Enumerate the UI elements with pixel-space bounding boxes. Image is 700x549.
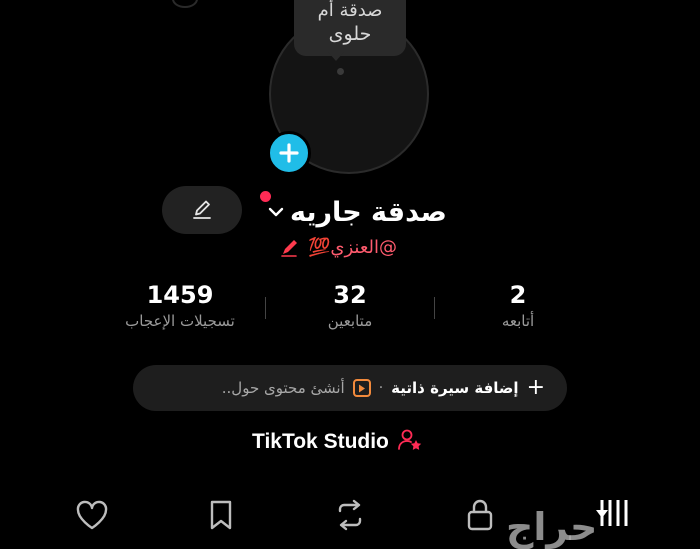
person-star-icon [397,427,423,457]
add-avatar-button[interactable] [267,131,311,175]
heart-icon [76,500,108,530]
chevron-down-icon[interactable] [268,206,284,218]
followers-label: متابعين [327,312,373,330]
bio-hint-text: أنشئ محتوى حول.. [221,379,345,397]
tab-reposts[interactable] [330,496,370,534]
tab-favorites[interactable] [201,496,241,534]
add-bio-button[interactable]: أنشئ محتوى حول.. · إضافة سيرة ذاتية + [133,365,567,411]
tab-liked[interactable] [72,496,112,534]
pencil-icon [280,237,302,257]
pencil-icon [193,200,211,219]
avatar-placeholder-dot [337,68,344,75]
studio-label: TikTok Studio [252,430,389,453]
display-name: صدقة جاريه [290,196,447,228]
following-label: أتابعه [501,312,535,330]
username: @العنزي💯 [308,236,398,258]
stat-following[interactable]: 2 أتابعه [468,280,568,332]
stat-followers[interactable]: 32 متابعين [290,280,410,332]
likes-label: تسجيلات الإعجاب [125,312,235,330]
stat-likes[interactable]: 1459 تسجيلات الإعجاب [100,280,260,332]
note-text-line-1: صدقة أم [317,0,383,21]
profile-note-bubble[interactable]: صدقة أم حلوى [294,0,406,56]
bio-separator: · [378,380,384,396]
add-bio-label: إضافة سيرة ذاتية [391,379,519,397]
edit-profile-button[interactable] [162,186,242,234]
tiktok-studio-link[interactable]: TikTok Studio [252,426,423,458]
username-row: @العنزي💯 [280,234,397,260]
tab-videos[interactable] [596,498,632,528]
lock-icon [467,499,493,531]
stat-divider [434,297,435,319]
repost-icon [338,499,362,531]
note-bubble-tail [328,52,344,61]
likes-count: 1459 [146,281,214,309]
bookmark-icon [210,500,232,530]
watermark-logo: حراج [506,505,598,549]
grid-icon [596,500,628,526]
plus-icon [279,143,299,163]
stat-divider [265,297,266,319]
following-count: 2 [509,281,527,309]
note-text-line-2: حلوى [328,23,372,45]
plus-icon: + [526,375,545,400]
display-name-row[interactable]: صدقة جاريه [268,193,447,231]
partial-icon-top [172,0,198,8]
followers-count: 32 [333,281,367,309]
play-icon [352,379,371,397]
tab-private[interactable] [460,496,500,534]
